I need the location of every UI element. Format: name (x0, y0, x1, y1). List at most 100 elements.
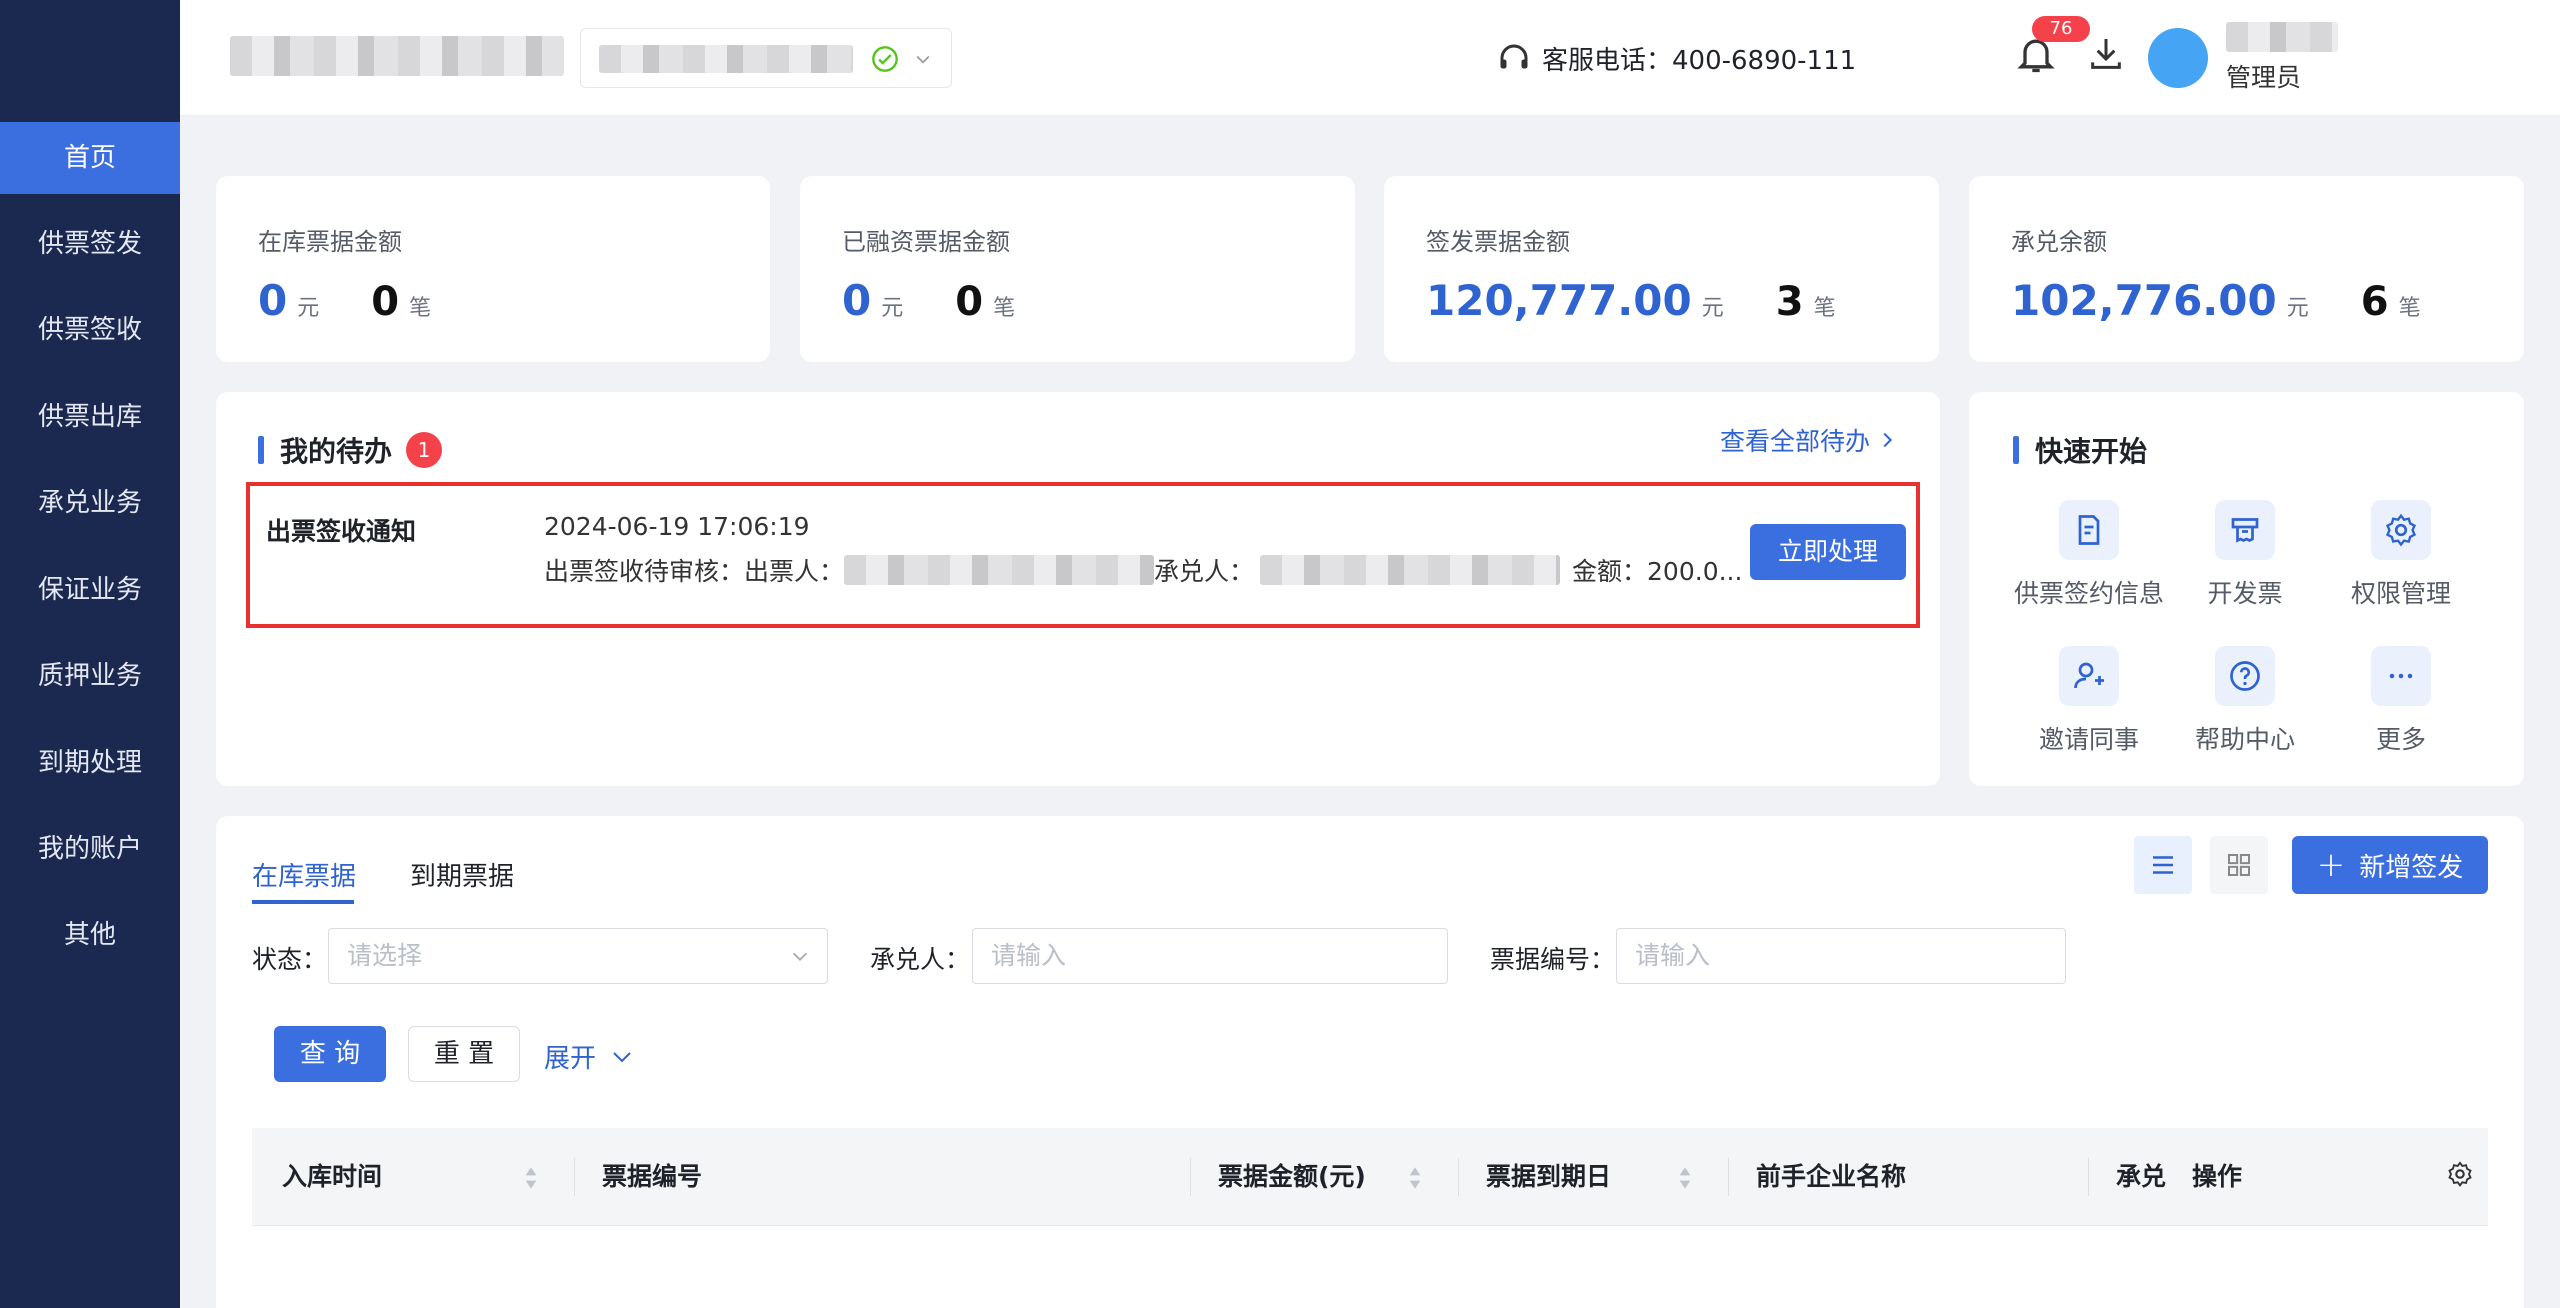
quick-start-panel: 快速开始 供票签约信息 开发票 权限管理 邀请同事 帮助中心 更多 (1969, 392, 2524, 786)
quick-label: 更多 (2321, 720, 2481, 756)
drawer-name-redacted (844, 555, 1154, 585)
plus-icon: + (2317, 845, 2346, 885)
user-name-redacted (2226, 22, 2338, 52)
notification-badge: 76 (2032, 16, 2090, 42)
sidebar-item-maturity[interactable]: 到期处理 (0, 727, 180, 799)
todo-count-badge: 1 (406, 432, 442, 468)
sidebar-item-account[interactable]: 我的账户 (0, 813, 180, 885)
grid-view-button[interactable] (2210, 836, 2268, 894)
column-actions: 操作 (2192, 1128, 2242, 1226)
quick-invoice[interactable]: 开发票 (2165, 500, 2325, 610)
company-name-redacted (230, 36, 564, 76)
sidebar-item-acceptance[interactable]: 承兑业务 (0, 467, 180, 539)
check-circle-icon (871, 45, 899, 73)
stat-values: 0 元 0 笔 (842, 276, 1015, 325)
sidebar-item-outbound[interactable]: 供票出库 (0, 381, 180, 453)
gear-icon[interactable] (2446, 1160, 2474, 1188)
chevron-down-icon (913, 49, 933, 69)
column-stock-time: 入库时间 (282, 1128, 382, 1226)
query-button[interactable]: 查 询 (274, 1026, 386, 1082)
stat-count-unit: 笔 (409, 290, 431, 322)
status-label: 状态： (252, 940, 327, 976)
stat-count-unit: 笔 (2399, 290, 2421, 322)
stat-unit: 元 (297, 290, 319, 322)
invoice-icon (2227, 512, 2263, 548)
chevron-right-icon (1876, 429, 1898, 451)
quick-more[interactable]: 更多 (2321, 646, 2481, 756)
download-icon[interactable] (2086, 34, 2126, 74)
stat-card-acceptance-balance: 承兑余额 102,776.00 元 6 笔 (1969, 176, 2524, 362)
stat-amount: 0 (842, 276, 871, 325)
view-all-todo-link[interactable]: 查看全部待办 (1720, 422, 1898, 458)
todo-amount: 金额：200.0... (1572, 552, 1742, 588)
service-phone-text: 客服电话：400-6890-111 (1542, 40, 1856, 77)
title-accent-bar (2013, 436, 2019, 464)
sidebar-item-guarantee[interactable]: 保证业务 (0, 554, 180, 626)
sidebar-item-other[interactable]: 其他 (0, 899, 180, 971)
user-role: 管理员 (2226, 58, 2301, 94)
chevron-down-icon (610, 1045, 634, 1069)
quick-label: 开发票 (2165, 574, 2325, 610)
grid-icon (2224, 850, 2254, 880)
tab-in-stock[interactable]: 在库票据 (252, 856, 356, 893)
sidebar-item-receive[interactable]: 供票签收 (0, 294, 180, 366)
stat-count-unit: 笔 (993, 290, 1015, 322)
more-icon (2383, 658, 2419, 694)
title-accent-bar (258, 436, 264, 464)
quick-label: 邀请同事 (2009, 720, 2169, 756)
stat-values: 102,776.00 元 6 笔 (2011, 276, 2421, 325)
sort-icon[interactable] (524, 1166, 538, 1190)
expand-filters-button[interactable]: 展开 (544, 1038, 634, 1075)
quick-start-title: 快速开始 (2013, 430, 2147, 470)
stat-count: 3 (1776, 279, 1804, 325)
todo-panel: 我的待办 1 查看全部待办 出票签收通知 2024-06-19 17:06:19… (216, 392, 1940, 786)
stat-values: 120,777.00 元 3 笔 (1426, 276, 1836, 325)
sort-icon[interactable] (1408, 1166, 1422, 1190)
column-divider (2088, 1158, 2089, 1196)
headset-icon (1496, 40, 1532, 76)
quick-help[interactable]: 帮助中心 (2165, 646, 2325, 756)
stat-unit: 元 (881, 290, 903, 322)
column-prior-company: 前手企业名称 (1756, 1128, 1906, 1226)
quick-contract-info[interactable]: 供票签约信息 (2009, 500, 2169, 610)
quick-invite[interactable]: 邀请同事 (2009, 646, 2169, 756)
bill-no-input[interactable]: 请输入 (1616, 928, 2066, 984)
stat-count: 6 (2361, 279, 2389, 325)
stat-label: 在库票据金额 (258, 222, 402, 257)
expand-label: 展开 (544, 1038, 596, 1075)
stat-unit: 元 (2287, 290, 2309, 322)
list-icon (2148, 850, 2178, 880)
avatar[interactable] (2148, 28, 2208, 88)
todo-item-desc: 出票签收待审核：出票人： 承兑人： 金额：200.0... (544, 552, 1742, 588)
sort-icon[interactable] (1678, 1166, 1692, 1190)
sidebar-item-home[interactable]: 首页 (0, 122, 180, 194)
reset-button[interactable]: 重 置 (408, 1026, 520, 1082)
acceptor-input[interactable]: 请输入 (972, 928, 1448, 984)
quick-permissions[interactable]: 权限管理 (2321, 500, 2481, 610)
list-view-button[interactable] (2134, 836, 2192, 894)
help-icon (2227, 658, 2263, 694)
column-acceptance: 承兑 (2116, 1128, 2166, 1226)
column-bill-no: 票据编号 (602, 1128, 702, 1226)
todo-item[interactable]: 出票签收通知 2024-06-19 17:06:19 出票签收待审核：出票人： … (246, 482, 1920, 628)
process-now-button[interactable]: 立即处理 (1750, 524, 1906, 580)
bill-no-placeholder: 请输入 (1635, 941, 1710, 970)
stat-count: 0 (955, 279, 983, 325)
bills-panel: 在库票据 到期票据 + 新增签发 状态： 请选择 承兑人： 请输入 票据编号： … (216, 816, 2524, 1308)
sidebar-item-pledge[interactable]: 质押业务 (0, 640, 180, 712)
status-select[interactable]: 请选择 (328, 928, 828, 984)
column-divider (1190, 1158, 1191, 1196)
tab-expiring[interactable]: 到期票据 (410, 856, 514, 893)
stat-amount: 102,776.00 (2011, 276, 2277, 325)
column-divider (1458, 1158, 1459, 1196)
sidebar-item-issue[interactable]: 供票签发 (0, 208, 180, 280)
org-selector[interactable] (580, 28, 952, 88)
add-issue-button[interactable]: + 新增签发 (2292, 836, 2488, 894)
settings-icon (2383, 512, 2419, 548)
column-divider (574, 1158, 575, 1196)
stat-card-financed: 已融资票据金额 0 元 0 笔 (800, 176, 1355, 362)
column-amount: 票据金额(元) (1218, 1128, 1366, 1226)
invite-user-icon (2071, 658, 2107, 694)
stat-unit: 元 (1702, 290, 1724, 322)
column-due-date: 票据到期日 (1486, 1128, 1611, 1226)
